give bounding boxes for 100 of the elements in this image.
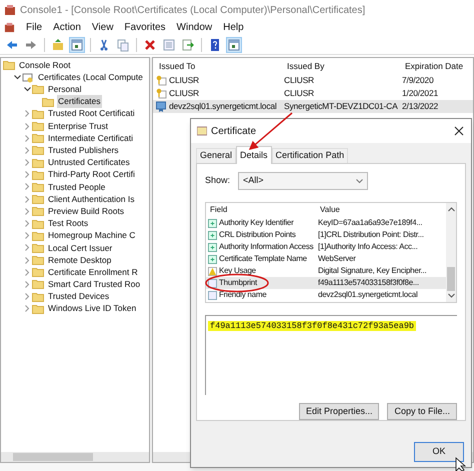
expand-chevron-icon[interactable] <box>23 110 32 118</box>
folder-icon <box>32 255 44 266</box>
list-row[interactable]: CLIUSR CLIUSR 1/20/2021 <box>153 87 473 100</box>
tree-item[interactable]: Certificate Enrollment R <box>47 266 139 279</box>
expand-chevron-icon[interactable] <box>23 268 32 276</box>
expand-chevron-icon[interactable] <box>23 171 32 178</box>
tree-item[interactable]: Certificates <box>57 95 102 108</box>
field-row[interactable]: Thumbprint f49a1113e574033158f3f0f8e... <box>206 277 446 289</box>
tree-item[interactable]: Certificates (Local Compute <box>37 70 144 84</box>
collapse-chevron-icon[interactable] <box>13 74 22 80</box>
tree-item[interactable]: Trusted Root Certificati <box>47 107 136 120</box>
menu-item[interactable]: View <box>92 20 114 35</box>
folder-icon <box>42 96 54 107</box>
table-cell: Certificate Template Name <box>219 253 307 265</box>
table-cell: Authority Information Access <box>219 241 314 253</box>
tree-item[interactable]: Homegroup Machine C <box>47 229 136 242</box>
column-header[interactable]: Value <box>316 204 446 216</box>
expand-chevron-icon[interactable] <box>23 208 32 215</box>
dialog-button[interactable]: Edit Properties... <box>298 403 380 420</box>
dialog-button[interactable]: Copy to File... <box>387 403 457 420</box>
folder-icon <box>32 279 44 290</box>
list-row[interactable]: devz2sql01.synergeticmt.local SynergeticMT-DEVZ1DC01-CA 2/13/2022 <box>153 100 473 113</box>
certificate-icon <box>197 126 207 136</box>
tree-item[interactable]: Console Root <box>18 58 72 72</box>
scroll-thumb[interactable] <box>447 267 455 292</box>
tree-item[interactable]: Preview Build Roots <box>47 204 126 218</box>
expand-chevron-icon[interactable] <box>23 220 32 228</box>
field-row[interactable]: Authority Key Identifier KeyID=67aa1a6a93e7e189f4... <box>206 217 446 229</box>
tree-item[interactable]: Remote Desktop <box>47 254 112 266</box>
tree-item[interactable]: Client Authentication Is <box>47 192 136 206</box>
menu-item[interactable]: Help <box>223 20 244 35</box>
ellipse-annotation <box>205 274 269 292</box>
close-icon[interactable] <box>453 125 465 137</box>
field-row[interactable]: CRL Distribution Points [1]CRL Distribution Point: Distr... <box>206 229 446 241</box>
expand-chevron-icon[interactable] <box>23 159 32 166</box>
field-row[interactable]: Authority Information Access [1]Authority Info Access: Acc... <box>206 241 446 253</box>
tree-item[interactable]: Trusted Devices <box>47 290 110 304</box>
tree-item[interactable]: Test Roots <box>47 217 90 230</box>
ok-button[interactable]: OK <box>414 442 464 462</box>
pane-icon[interactable] <box>226 36 242 52</box>
scroll-up-icon[interactable] <box>448 206 454 214</box>
scroll-down-icon[interactable] <box>448 291 454 300</box>
properties-icon[interactable] <box>161 36 177 52</box>
expand-chevron-icon[interactable] <box>23 293 32 300</box>
expand-chevron-icon[interactable] <box>23 146 32 154</box>
tree-item[interactable]: Smart Card Trusted Roo <box>47 278 142 291</box>
menu-item[interactable]: Window <box>176 20 212 35</box>
expand-chevron-icon[interactable] <box>23 232 32 240</box>
expand-chevron-icon[interactable] <box>23 256 32 264</box>
field-row[interactable]: Key Usage Digital Signature, Key Encipher... <box>206 265 446 277</box>
tab[interactable]: Details <box>236 146 272 164</box>
menu-item[interactable]: Action <box>53 20 81 35</box>
folder-up-icon[interactable] <box>50 36 66 52</box>
tree-item[interactable]: Third-Party Root Certifi <box>47 168 136 182</box>
copy-icon[interactable] <box>115 36 131 52</box>
tree-item[interactable]: Personal <box>47 83 83 96</box>
folder-icon <box>32 133 44 144</box>
expand-chevron-icon[interactable] <box>23 134 32 142</box>
menu-item[interactable]: File <box>26 20 42 35</box>
column-header[interactable]: Issued To <box>153 60 281 72</box>
key-certificate-icon <box>156 75 167 86</box>
table-cell: Friendly name <box>219 289 266 301</box>
expand-chevron-icon[interactable] <box>23 183 32 190</box>
extension-icon <box>208 218 217 228</box>
extension-icon <box>208 242 217 252</box>
collapse-chevron-icon[interactable] <box>23 86 32 92</box>
tree-item[interactable]: Trusted People <box>47 180 106 194</box>
certificate-store-icon <box>22 72 34 83</box>
table-cell: CLIUSR <box>169 87 199 100</box>
column-header[interactable]: Expiration Date <box>399 60 463 72</box>
expand-chevron-icon[interactable] <box>23 244 32 252</box>
vertical-scrollbar[interactable] <box>446 203 456 302</box>
tree-item[interactable]: Untrusted Certificates <box>47 156 131 169</box>
folder-icon <box>32 206 44 216</box>
table-cell: 1/20/2021 <box>402 87 438 100</box>
tree-item[interactable]: Windows Live ID Token <box>47 302 138 316</box>
folder-icon <box>32 304 44 314</box>
horizontal-scrollbar[interactable] <box>1 452 149 462</box>
field-row[interactable]: Friendly name devz2sql01.synergeticmt.local <box>206 289 446 301</box>
expand-chevron-icon[interactable] <box>23 196 32 203</box>
table-cell: CRL Distribution Points <box>219 229 296 241</box>
warning-icon <box>208 266 217 276</box>
show-dropdown[interactable]: <All> <box>238 172 368 190</box>
export-icon[interactable] <box>180 36 196 52</box>
expand-chevron-icon[interactable] <box>23 280 32 288</box>
folder-icon <box>32 292 44 302</box>
tree-item[interactable]: Local Cert Issuer <box>47 242 114 254</box>
pane-icon[interactable] <box>69 36 85 52</box>
expand-chevron-icon[interactable] <box>23 122 32 130</box>
expand-chevron-icon[interactable] <box>23 305 32 312</box>
field-row[interactable]: Certificate Template Name WebServer <box>206 253 446 265</box>
tree-item[interactable]: Trusted Publishers <box>47 144 120 157</box>
column-header[interactable]: Field <box>206 204 316 216</box>
tree-item[interactable]: Enterprise Trust <box>47 120 109 132</box>
tree-item[interactable]: Intermediate Certificati <box>47 132 134 145</box>
folder-icon <box>3 60 15 70</box>
folder-icon <box>32 218 44 229</box>
list-row[interactable]: CLIUSR CLIUSR 7/9/2020 <box>153 74 473 87</box>
menu-item[interactable]: Favorites <box>124 20 166 35</box>
column-header[interactable]: Issued By <box>281 60 399 72</box>
